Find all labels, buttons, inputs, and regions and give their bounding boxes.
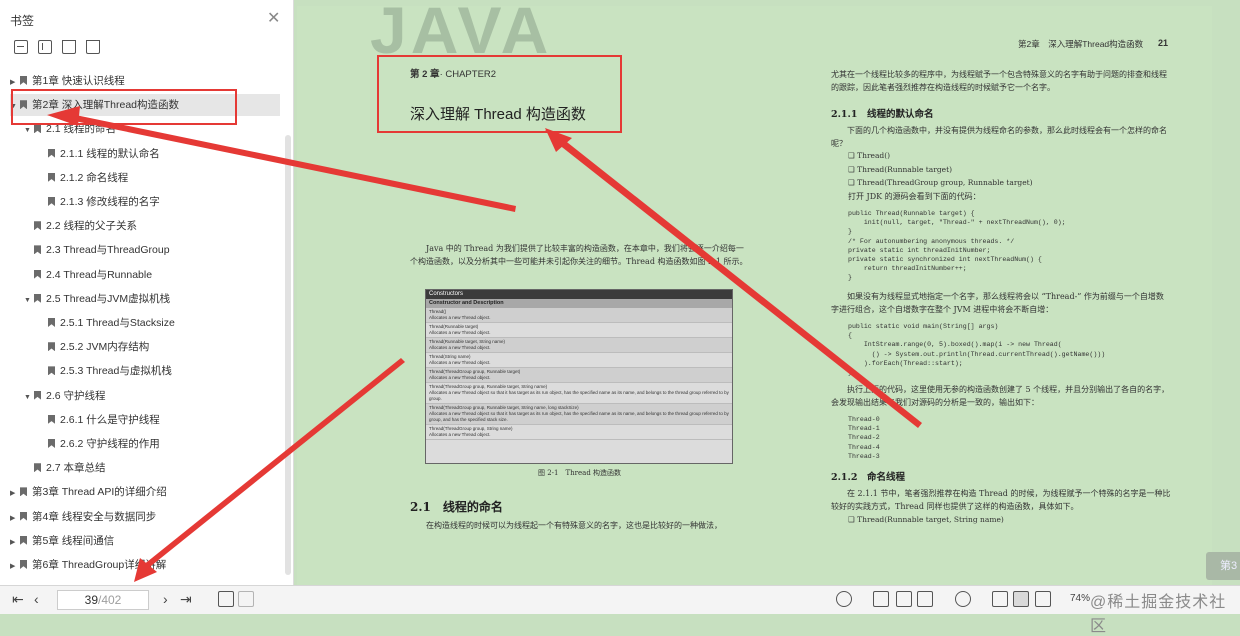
double-page-icon[interactable] [917,591,933,607]
first-page-icon[interactable]: ⇤ [12,590,24,608]
page-number-input[interactable]: 39/402 [57,590,149,610]
fit-width-icon[interactable] [1035,591,1051,607]
forward-icon[interactable] [238,591,254,607]
document-icon[interactable] [896,591,912,607]
toc-highlight-box [11,89,237,125]
play-icon[interactable] [955,591,971,607]
zoom-level[interactable]: 74% [1070,593,1090,604]
annotation-overlay [11,89,922,582]
back-icon[interactable] [218,591,234,607]
status-bar: ⇤ ‹ 39/402 › ⇥ 74% @稀土掘金技术社区 [0,585,1240,635]
annotation-arrow-to-pagebox [142,358,405,570]
annotation-arrow-to-title [545,130,922,428]
eye-icon[interactable] [836,591,852,607]
prev-page-icon[interactable]: ‹ [34,590,39,608]
single-page-icon[interactable] [873,591,889,607]
annotation-arrow-to-toc [60,112,516,212]
site-watermark: @稀土掘金技术社区 [1090,594,1227,635]
last-page-icon[interactable]: ⇥ [180,590,192,608]
fit-page-icon[interactable] [1013,591,1029,607]
actual-size-icon[interactable] [992,591,1008,607]
next-page-icon[interactable]: › [163,590,168,608]
